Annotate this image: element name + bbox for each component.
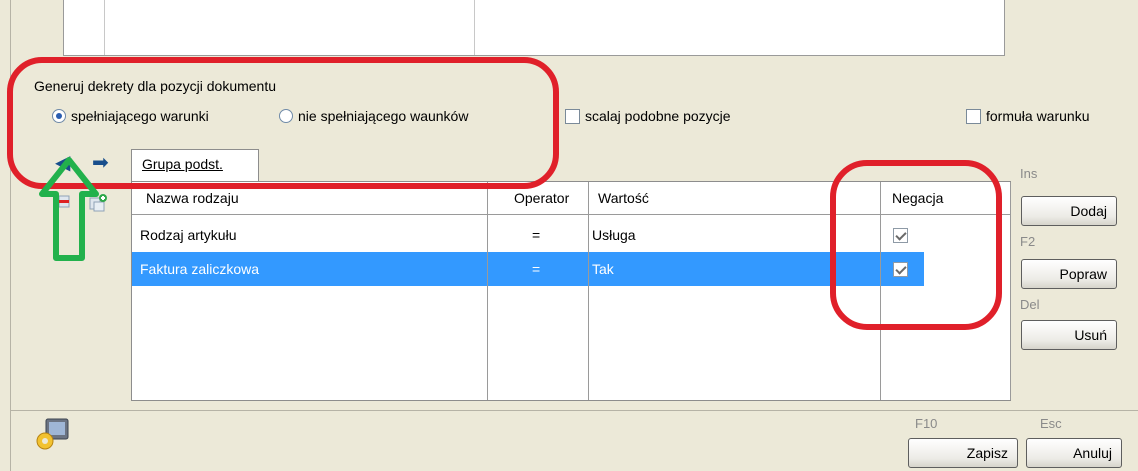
green-up-arrow [39,157,99,261]
annotation-overlay [7,57,1002,330]
red-highlight-ellipse [7,57,559,189]
red-highlight-ellipse [830,160,1002,330]
